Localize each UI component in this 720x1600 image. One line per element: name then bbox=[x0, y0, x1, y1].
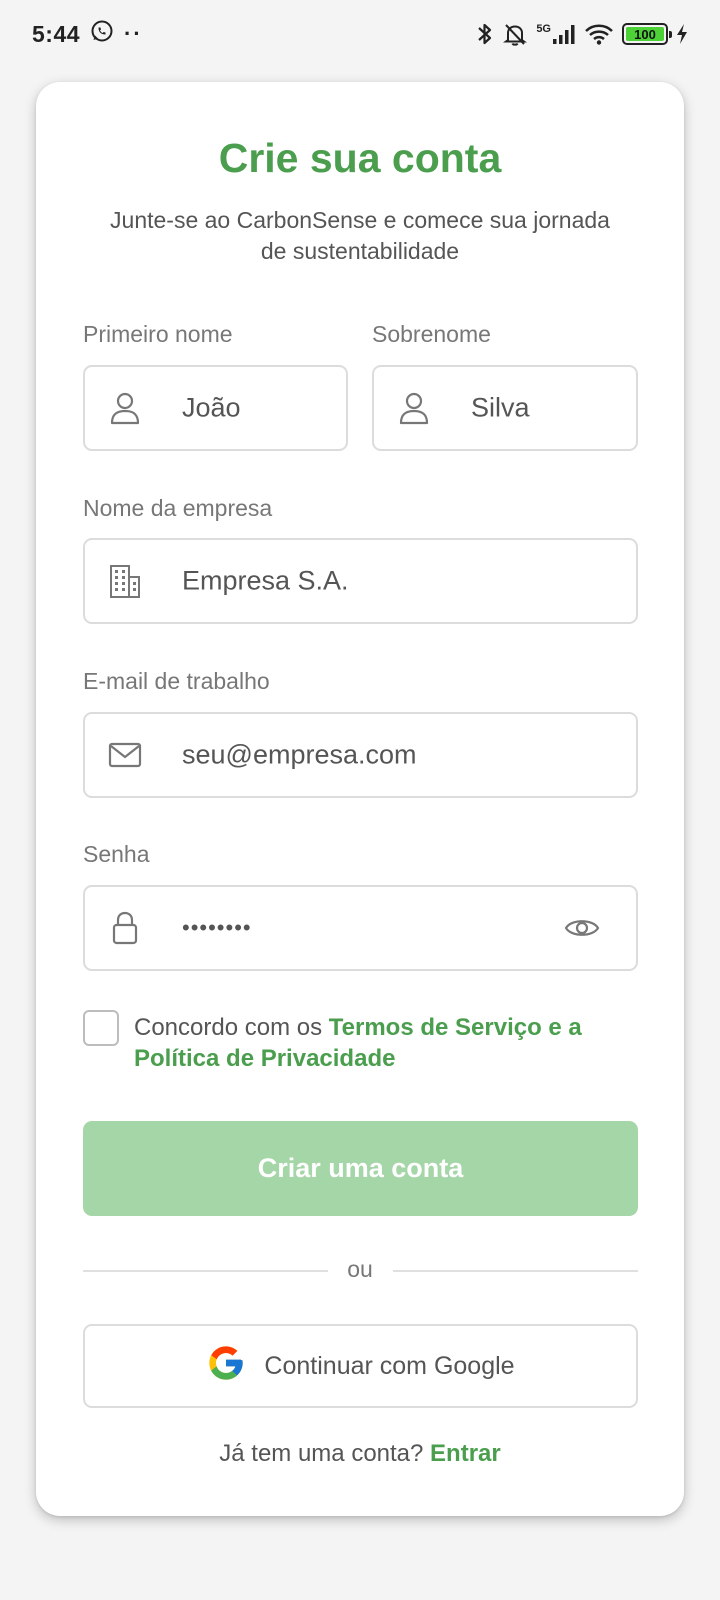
mail-icon bbox=[107, 737, 143, 773]
page-title: Crie sua conta bbox=[218, 135, 502, 181]
email-label: E-mail de trabalho bbox=[83, 668, 270, 694]
battery-icon: 100 bbox=[622, 23, 672, 45]
page-subtitle: Junte-se ao CarbonSense e comece sua jor… bbox=[110, 207, 610, 264]
notification-dots: ·· bbox=[124, 21, 143, 46]
password-label: Senha bbox=[83, 841, 150, 867]
google-signin-label: Continuar com Google bbox=[264, 1351, 515, 1380]
wifi-icon bbox=[584, 22, 614, 46]
divider-text: ou bbox=[347, 1256, 373, 1282]
status-time: 5:44 bbox=[32, 20, 81, 47]
signup-card bbox=[36, 82, 684, 1516]
email-field[interactable]: seu@empresa.com bbox=[83, 712, 638, 798]
battery-level: 100 bbox=[626, 27, 664, 41]
divider-line-left bbox=[83, 1270, 328, 1272]
terms-prefix: Concordo com os bbox=[134, 1014, 329, 1041]
password-field[interactable]: •••••••• bbox=[83, 885, 638, 971]
status-right: 5G 100 bbox=[476, 21, 688, 47]
create-account-button[interactable]: Criar uma conta bbox=[83, 1121, 638, 1216]
status-left: 5:44 ·· bbox=[32, 19, 143, 49]
first-name-input[interactable]: João bbox=[182, 393, 241, 424]
building-icon bbox=[107, 563, 143, 599]
first-name-label: Primeiro nome bbox=[83, 321, 233, 347]
whatsapp-icon bbox=[90, 19, 114, 49]
terms-checkbox[interactable] bbox=[83, 1010, 119, 1046]
email-input[interactable]: seu@empresa.com bbox=[182, 740, 417, 771]
company-field[interactable]: Empresa S.A. bbox=[83, 538, 638, 624]
eye-icon[interactable] bbox=[562, 913, 602, 943]
login-link[interactable]: Entrar bbox=[430, 1440, 501, 1467]
first-name-field[interactable]: João bbox=[83, 365, 348, 451]
signal-5g-icon: 5G bbox=[536, 23, 576, 45]
company-label: Nome da empresa bbox=[83, 495, 273, 521]
user-icon bbox=[107, 390, 143, 426]
last-name-field[interactable]: Silva bbox=[372, 365, 638, 451]
google-signin-button[interactable]: Continuar com Google bbox=[83, 1324, 638, 1408]
last-name-label: Sobrenome bbox=[372, 321, 491, 347]
login-prompt: Já tem uma conta? Entrar bbox=[0, 1440, 720, 1468]
bluetooth-icon bbox=[476, 22, 494, 46]
login-prompt-text: Já tem uma conta? bbox=[219, 1440, 431, 1467]
lock-icon bbox=[107, 910, 143, 946]
charging-icon bbox=[676, 23, 688, 45]
company-input[interactable]: Empresa S.A. bbox=[182, 566, 349, 597]
google-logo-icon bbox=[206, 1343, 246, 1390]
password-input[interactable]: •••••••• bbox=[182, 915, 252, 941]
network-type-label: 5G bbox=[536, 23, 551, 35]
divider-line-right bbox=[393, 1270, 638, 1272]
terms-text: Concordo com os Termos de Serviço e a Po… bbox=[134, 1012, 634, 1074]
bell-muted-icon bbox=[502, 21, 528, 47]
last-name-input[interactable]: Silva bbox=[471, 393, 530, 424]
user-icon bbox=[396, 390, 432, 426]
status-bar: 5:44 ·· 5G 100 bbox=[0, 0, 720, 68]
